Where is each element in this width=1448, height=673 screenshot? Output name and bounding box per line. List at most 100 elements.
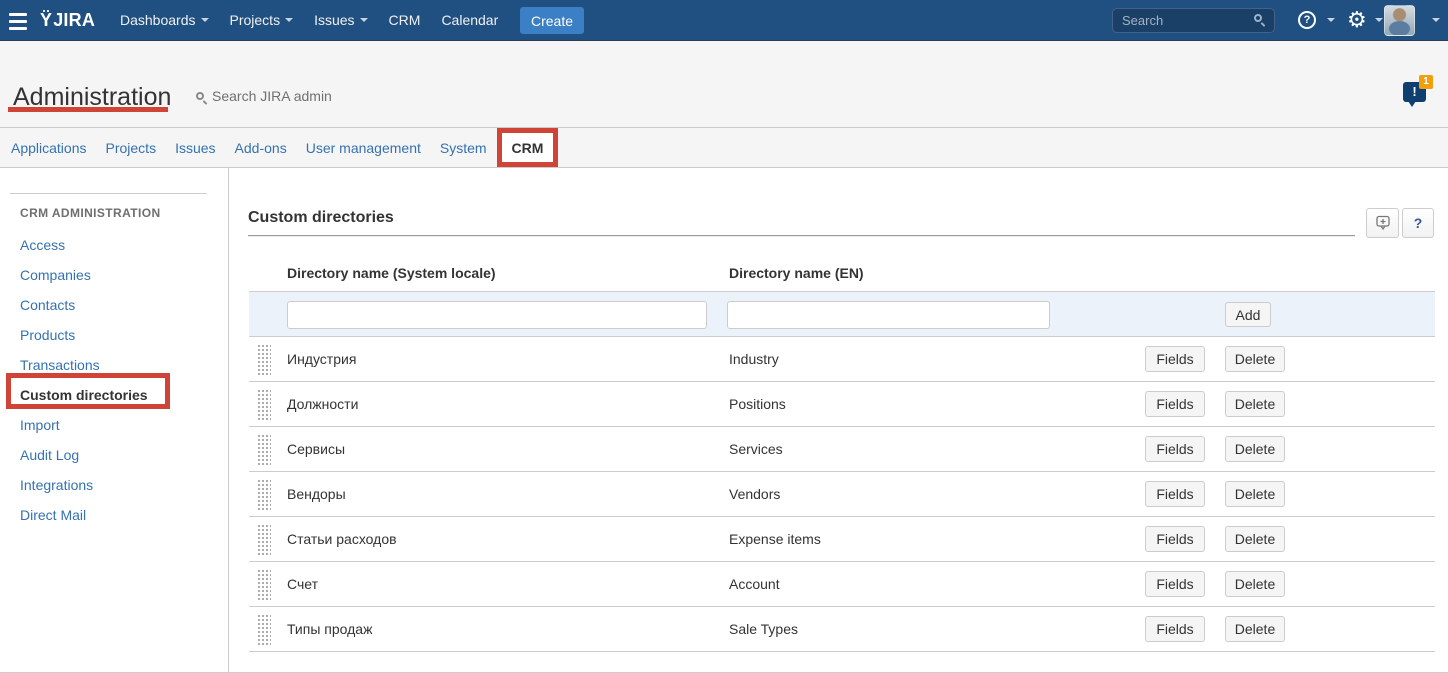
delete-button[interactable]: Delete	[1225, 571, 1285, 597]
new-directory-name-system-input[interactable]	[287, 301, 707, 329]
help-icon[interactable]: ?	[1298, 11, 1316, 29]
sidebar-divider	[10, 193, 207, 194]
column-header-en: Directory name (EN)	[729, 265, 864, 281]
directory-name-en: Expense items	[729, 517, 821, 561]
directory-name-en: Industry	[729, 337, 779, 381]
nav-issues[interactable]: Issues	[314, 12, 367, 28]
tab-add-ons[interactable]: Add-ons	[235, 140, 287, 156]
add-directory-row: Add	[249, 291, 1435, 337]
drag-handle-icon[interactable]	[257, 569, 271, 600]
fields-button[interactable]: Fields	[1145, 481, 1205, 507]
sidebar-section-title: CRM ADMINISTRATION	[20, 206, 161, 220]
admin-search-input[interactable]	[212, 88, 412, 104]
directory-name-en: Sale Types	[729, 607, 798, 651]
delete-button[interactable]: Delete	[1225, 436, 1285, 462]
directory-name-en: Account	[729, 562, 780, 606]
delete-button[interactable]: Delete	[1225, 526, 1285, 552]
jira-logo[interactable]: ŸJIRA	[40, 0, 95, 40]
sidebar-item-custom-directories[interactable]: Custom directories	[0, 380, 229, 410]
directory-row: Должности Positions Fields Delete	[249, 382, 1435, 427]
sidebar-item-audit-log[interactable]: Audit Log	[0, 440, 229, 470]
nav-projects[interactable]: Projects	[230, 12, 294, 28]
sidebar-item-contacts[interactable]: Contacts	[0, 290, 229, 320]
annotation-underline	[8, 107, 168, 112]
directory-name-system: Вендоры	[287, 472, 346, 516]
directory-name-en: Services	[729, 427, 783, 471]
gear-icon[interactable]: ⚙	[1347, 8, 1367, 32]
help-button[interactable]: ?	[1402, 208, 1434, 238]
new-directory-name-en-input[interactable]	[727, 301, 1050, 329]
fields-button[interactable]: Fields	[1145, 436, 1205, 462]
navbar-search-box[interactable]	[1112, 8, 1275, 33]
directory-row: Сервисы Services Fields Delete	[249, 427, 1435, 472]
delete-button[interactable]: Delete	[1225, 346, 1285, 372]
drag-handle-icon[interactable]	[257, 389, 271, 420]
nav-dashboards[interactable]: Dashboards	[120, 12, 209, 28]
drag-handle-icon[interactable]	[257, 434, 271, 465]
admin-header: Administration ! 1	[0, 41, 1448, 127]
fields-button[interactable]: Fields	[1145, 346, 1205, 372]
directory-name-system: Сервисы	[287, 427, 345, 471]
delete-button[interactable]: Delete	[1225, 616, 1285, 642]
directory-row: Индустрия Industry Fields Delete	[249, 337, 1435, 382]
navbar-menu: Dashboards Projects Issues CRM Calendar	[120, 0, 498, 40]
nav-crm[interactable]: CRM	[389, 12, 421, 28]
chevron-down-icon	[201, 18, 209, 22]
directory-rows: Индустрия Industry Fields Delete Должнос…	[249, 337, 1435, 652]
delete-button[interactable]: Delete	[1225, 481, 1285, 507]
add-button[interactable]: Add	[1225, 302, 1271, 327]
sidebar-item-transactions[interactable]: Transactions	[0, 350, 229, 380]
heading-buttons: ?	[1366, 208, 1434, 238]
fields-button[interactable]: Fields	[1145, 571, 1205, 597]
tab-user-management[interactable]: User management	[306, 140, 421, 156]
sidebar-item-integrations[interactable]: Integrations	[0, 470, 229, 500]
drag-handle-icon[interactable]	[257, 614, 271, 645]
sidebar-item-direct-mail[interactable]: Direct Mail	[0, 500, 229, 530]
drag-handle-icon[interactable]	[257, 344, 271, 375]
directory-name-system: Должности	[287, 382, 358, 426]
create-button[interactable]: Create	[520, 7, 584, 34]
delete-button[interactable]: Delete	[1225, 391, 1285, 417]
section-heading: Custom directories	[248, 208, 394, 227]
chevron-down-icon[interactable]	[1432, 18, 1440, 22]
directory-row: Статьи расходов Expense items Fields Del…	[249, 517, 1435, 562]
directory-name-en: Vendors	[729, 472, 780, 516]
chevron-down-icon[interactable]	[1327, 18, 1335, 22]
fields-button[interactable]: Fields	[1145, 391, 1205, 417]
sidebar-item-access[interactable]: Access	[0, 230, 229, 260]
drag-handle-icon[interactable]	[257, 479, 271, 510]
navbar-search-input[interactable]	[1122, 10, 1247, 31]
tab-applications[interactable]: Applications	[11, 140, 87, 156]
jira-logo-text: JIRA	[53, 10, 95, 30]
nav-calendar[interactable]: Calendar	[441, 12, 498, 28]
fields-button[interactable]: Fields	[1145, 526, 1205, 552]
directory-row: Вендоры Vendors Fields Delete	[249, 472, 1435, 517]
tab-projects[interactable]: Projects	[106, 140, 157, 156]
chevron-down-icon	[285, 18, 293, 22]
tab-issues[interactable]: Issues	[175, 140, 215, 156]
directory-row: Счет Account Fields Delete	[249, 562, 1435, 607]
notification-badge: 1	[1419, 75, 1433, 89]
directory-name-system: Статьи расходов	[287, 517, 397, 561]
sidebar-item-companies[interactable]: Companies	[0, 260, 229, 290]
directory-name-system: Индустрия	[287, 337, 356, 381]
fields-button[interactable]: Fields	[1145, 616, 1205, 642]
feedback-button[interactable]	[1366, 208, 1399, 238]
search-icon	[196, 92, 204, 100]
tab-crm[interactable]: CRM	[497, 128, 558, 167]
avatar[interactable]	[1384, 5, 1415, 36]
drag-handle-icon[interactable]	[257, 524, 271, 555]
chevron-down-icon[interactable]	[1375, 18, 1383, 22]
sidebar: CRM ADMINISTRATION Access Companies Cont…	[0, 168, 229, 672]
tab-system[interactable]: System	[440, 140, 487, 156]
main-content: Custom directories ? Directory name (Sys…	[248, 168, 1448, 672]
top-navbar: ŸJIRA Dashboards Projects Issues CRM Cal…	[0, 0, 1448, 41]
sidebar-list: Access Companies Contacts Products Trans…	[0, 230, 229, 530]
sidebar-item-import[interactable]: Import	[0, 410, 229, 440]
admin-tab-list: Applications Projects Issues Add-ons Use…	[11, 128, 487, 167]
hamburger-menu-icon[interactable]	[9, 13, 27, 30]
sidebar-item-products[interactable]: Products	[0, 320, 229, 350]
search-icon[interactable]	[1254, 14, 1262, 22]
column-header-system-locale: Directory name (System locale)	[287, 265, 496, 281]
directory-name-system: Счет	[287, 562, 318, 606]
